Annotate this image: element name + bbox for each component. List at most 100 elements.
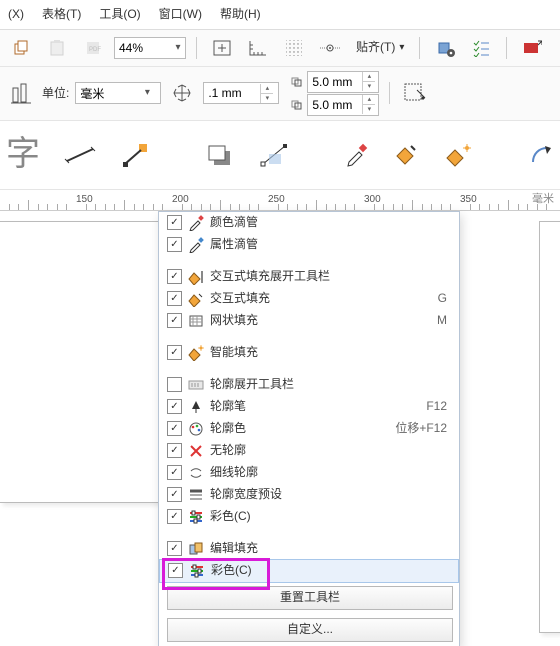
checkbox[interactable]: ✓ bbox=[167, 215, 182, 230]
connector-tool-icon[interactable] bbox=[120, 136, 152, 174]
menu-item[interactable]: 帮助(H) bbox=[220, 6, 261, 23]
duplicate-offset: ▴▾ ▴▾ bbox=[291, 71, 379, 116]
menu-bar: (X) 表格(T) 工具(O) 窗口(W) 帮助(H) bbox=[0, 0, 560, 30]
popup-item-shortcut: F12 bbox=[426, 398, 451, 415]
checkbox[interactable]: ✓ bbox=[167, 421, 182, 436]
popup-item-label: 细线轮廓 bbox=[210, 464, 441, 481]
menu-item[interactable]: 工具(O) bbox=[99, 6, 140, 23]
popup-item-label: 颜色滴管 bbox=[210, 214, 441, 231]
treat-as-filled-icon[interactable] bbox=[400, 79, 430, 107]
checklist-icon[interactable] bbox=[466, 34, 496, 62]
colors-icon bbox=[188, 509, 204, 525]
popup-item[interactable]: ✓ 细线轮廓 bbox=[159, 462, 459, 484]
align-bottom-icon[interactable] bbox=[6, 79, 36, 107]
popup-item[interactable]: ✓轮廓宽度预设 bbox=[159, 484, 459, 506]
svg-text:PDF: PDF bbox=[89, 47, 101, 53]
checkbox[interactable]: ✓ bbox=[167, 509, 182, 524]
popup-item[interactable]: ✓交互式填充展开工具栏 bbox=[159, 266, 459, 288]
interactive-fill-icon[interactable] bbox=[392, 136, 422, 174]
smart-fill-icon[interactable] bbox=[444, 136, 474, 174]
popup-item[interactable]: 轮廓展开工具栏 bbox=[159, 374, 459, 396]
options-icon[interactable] bbox=[430, 34, 460, 62]
reset-toolbar-button[interactable]: 重置工具栏 bbox=[167, 586, 453, 610]
popup-item-label: 智能填充 bbox=[210, 344, 441, 361]
export-pdf-icon[interactable]: PDF bbox=[78, 34, 108, 62]
popup-item[interactable]: ✓交互式填充G bbox=[159, 288, 459, 310]
nudge-combo[interactable]: ▴▾ bbox=[203, 82, 279, 104]
ruler-tick: 150 bbox=[76, 193, 93, 207]
nudge-input[interactable] bbox=[204, 86, 260, 100]
popup-item[interactable]: ✓ 颜色滴管 bbox=[159, 212, 459, 234]
text-tool-glyph[interactable]: 字 bbox=[6, 131, 40, 179]
separator bbox=[196, 37, 197, 59]
standard-toolbar: PDF ▾ 贴齐(T)▾ bbox=[0, 30, 560, 67]
checkbox[interactable]: ✓ bbox=[167, 399, 182, 414]
ruler-tick: 300 bbox=[364, 193, 381, 207]
popup-item[interactable]: ✓彩色(C) bbox=[159, 559, 459, 583]
bucket-bar-icon bbox=[188, 269, 204, 285]
outline-pen-icon[interactable] bbox=[526, 136, 558, 174]
guides-icon[interactable] bbox=[315, 34, 345, 62]
ruler-unit-label: 毫米 bbox=[532, 192, 554, 207]
checkbox[interactable]: ✓ bbox=[167, 443, 182, 458]
paste-icon[interactable] bbox=[42, 34, 72, 62]
wand-icon bbox=[188, 345, 204, 361]
popup-item-shortcut: M bbox=[437, 312, 451, 329]
checkbox[interactable]: ✓ bbox=[167, 541, 182, 556]
snap-dropdown[interactable]: 贴齐(T)▾ bbox=[351, 34, 409, 62]
spin-buttons[interactable]: ▴▾ bbox=[260, 84, 273, 103]
popup-item[interactable]: ✓网状填充M bbox=[159, 310, 459, 332]
customize-button[interactable]: 自定义... bbox=[167, 618, 453, 642]
drawing-area[interactable]: 软件自学网WWW.RJZXW.COM ✓颜色滴管✓属性滴管✓交互式填充展开工具栏… bbox=[0, 211, 560, 641]
color-eyedropper-icon[interactable] bbox=[342, 136, 370, 174]
checkbox[interactable] bbox=[167, 377, 182, 392]
checkbox[interactable]: ✓ bbox=[167, 465, 182, 480]
menu-item[interactable]: 窗口(W) bbox=[159, 6, 202, 23]
fullscreen-icon[interactable] bbox=[207, 34, 237, 62]
checkbox[interactable]: ✓ bbox=[167, 487, 182, 502]
chevron-down-icon[interactable]: ▾ bbox=[140, 86, 154, 100]
dup-y-input[interactable] bbox=[308, 98, 362, 112]
popup-item-label: 轮廓展开工具栏 bbox=[210, 376, 441, 393]
checkbox[interactable]: ✓ bbox=[167, 237, 182, 252]
menu-item[interactable]: 表格(T) bbox=[42, 6, 81, 23]
grid-icon[interactable] bbox=[279, 34, 309, 62]
toolbar-customize-popup: ✓颜色滴管✓属性滴管✓交互式填充展开工具栏✓交互式填充G✓网状填充M✓智能填充轮… bbox=[158, 211, 460, 646]
ruler-tick: 200 bbox=[172, 193, 189, 207]
widths-icon bbox=[188, 487, 204, 503]
separator bbox=[419, 37, 420, 59]
popup-item[interactable]: ✓编辑填充 bbox=[159, 538, 459, 560]
checkbox[interactable]: ✓ bbox=[167, 291, 182, 306]
menu-item[interactable]: (X) bbox=[8, 6, 24, 23]
rulers-icon[interactable] bbox=[243, 34, 273, 62]
zoom-input[interactable] bbox=[115, 41, 171, 55]
popup-item[interactable]: ✓属性滴管 bbox=[159, 234, 459, 256]
popup-item[interactable]: ✓无轮廓 bbox=[159, 440, 459, 462]
toolbar-icon bbox=[188, 377, 204, 393]
copy-icon[interactable] bbox=[6, 34, 36, 62]
drop-shadow-icon[interactable] bbox=[204, 136, 236, 174]
popup-item[interactable]: ✓ 智能填充 bbox=[159, 342, 459, 364]
page-edge bbox=[0, 221, 177, 503]
units-value[interactable] bbox=[76, 86, 140, 100]
checkbox[interactable]: ✓ bbox=[167, 345, 182, 360]
transparency-tool-icon[interactable] bbox=[258, 136, 290, 174]
snap-label: 贴齐(T) bbox=[356, 39, 395, 56]
dup-x-input[interactable] bbox=[308, 75, 362, 89]
thinline-icon bbox=[188, 465, 204, 481]
popup-item[interactable]: ✓轮廓笔F12 bbox=[159, 396, 459, 418]
units-combo[interactable]: ▾ bbox=[75, 82, 161, 104]
zoom-combo[interactable]: ▾ bbox=[114, 37, 186, 59]
property-bar: 单位: ▾ ▴▾ ▴▾ ▴▾ bbox=[0, 67, 560, 121]
chevron-down-icon[interactable]: ▾ bbox=[171, 41, 185, 55]
palette-icon bbox=[188, 421, 204, 437]
popup-item[interactable]: ✓彩色(C) bbox=[159, 506, 459, 528]
checkbox[interactable]: ✓ bbox=[167, 313, 182, 328]
launch-icon[interactable] bbox=[517, 34, 547, 62]
checkbox[interactable]: ✓ bbox=[167, 269, 182, 284]
checkbox[interactable]: ✓ bbox=[168, 563, 183, 578]
popup-item[interactable]: ✓轮廓色位移+F12 bbox=[159, 418, 459, 440]
popup-item-shortcut: G bbox=[438, 290, 451, 307]
dimension-tool-icon[interactable] bbox=[62, 136, 98, 174]
popup-item-shortcut: 位移+F12 bbox=[395, 420, 451, 437]
